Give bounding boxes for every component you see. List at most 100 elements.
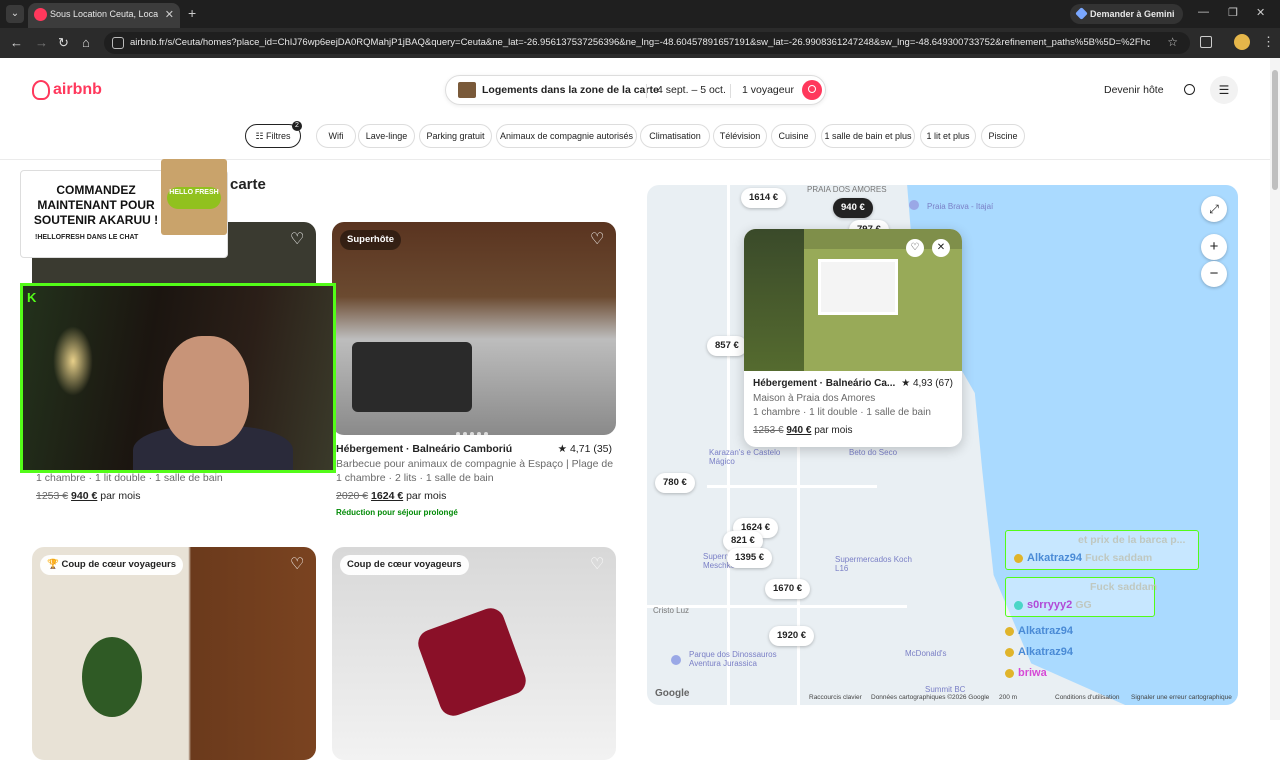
price-pin-selected[interactable]: 940 € bbox=[833, 198, 873, 218]
chip-parking[interactable]: Parking gratuit bbox=[419, 124, 492, 148]
browser-tab[interactable]: Sous Location Ceuta, Location Sa ✕ bbox=[28, 3, 180, 28]
chip-animaux[interactable]: Animaux de compagnie autorisés bbox=[496, 124, 637, 148]
listing-photo[interactable]: Superhôte ♡ bbox=[332, 222, 616, 435]
fullscreen-icon[interactable]: ⤢ bbox=[1201, 196, 1227, 222]
user-menu-button[interactable]: ☰ bbox=[1210, 76, 1238, 104]
zoom-out-button[interactable]: − bbox=[1201, 261, 1227, 287]
site-info-icon[interactable] bbox=[112, 37, 124, 49]
home-icon[interactable]: ⌂ bbox=[82, 35, 90, 50]
logo-text: airbnb bbox=[53, 81, 102, 99]
url-field[interactable]: airbnb.fr/s/Ceuta/homes?place_id=ChIJ76w… bbox=[104, 32, 1190, 54]
restore-icon[interactable]: ❐ bbox=[1228, 6, 1238, 19]
keyboard-shortcuts-link[interactable]: Raccourcis clavier bbox=[809, 694, 862, 701]
browser-menu-icon[interactable]: ⋮ bbox=[1262, 34, 1275, 50]
tab-search-button[interactable]: ⌄ bbox=[6, 5, 24, 23]
chip-lit[interactable]: 1 lit et plus bbox=[920, 124, 976, 148]
map-label: Karazan's e Castelo Mágico bbox=[709, 448, 781, 466]
forward-icon[interactable]: → bbox=[35, 35, 48, 50]
search-dates[interactable]: 4 sept. – 5 oct. bbox=[657, 84, 726, 96]
heart-icon[interactable]: ♡ bbox=[590, 557, 606, 573]
heart-icon[interactable]: ♡ bbox=[906, 239, 924, 257]
price-pin[interactable]: 857 € bbox=[707, 336, 747, 356]
search-divider bbox=[646, 84, 647, 98]
popup-photo[interactable] bbox=[744, 229, 962, 371]
zoom-in-button[interactable]: + bbox=[1201, 234, 1227, 260]
profile-avatar[interactable] bbox=[1234, 34, 1250, 50]
reload-icon[interactable]: ↻ bbox=[58, 35, 69, 51]
chip-piscine[interactable]: Piscine bbox=[981, 124, 1025, 148]
chip-television[interactable]: Télévision bbox=[713, 124, 767, 148]
price-pin[interactable]: 1395 € bbox=[727, 548, 773, 568]
carousel-dots bbox=[456, 423, 492, 435]
price-pin[interactable]: 1670 € bbox=[765, 579, 811, 599]
chat-reply-box: Fuck saddam s0rryyy2 GG bbox=[1005, 577, 1158, 617]
current-price: 940 € bbox=[71, 490, 98, 502]
airbnb-logo-icon bbox=[32, 80, 50, 100]
chat-username: s0rryyy2 bbox=[1027, 599, 1073, 611]
url-text: airbnb.fr/s/Ceuta/homes?place_id=ChIJ76w… bbox=[130, 37, 1150, 48]
map-listing-popup[interactable]: ♡ ✕ Hébergement · Balneário Ca... ★ 4,93… bbox=[744, 229, 962, 447]
new-tab-button[interactable]: + bbox=[188, 5, 196, 21]
price-period: par mois bbox=[406, 490, 447, 502]
chip-salle-de-bain[interactable]: 1 salle de bain et plus bbox=[821, 124, 915, 148]
listing-card[interactable]: Coup de cœur voyageurs ♡ bbox=[332, 547, 616, 760]
globe-icon[interactable] bbox=[1184, 84, 1195, 95]
airbnb-header: airbnb Logements dans la zone de la cart… bbox=[0, 58, 1270, 160]
map-label: Supermercados Koch L16 bbox=[835, 555, 912, 573]
heart-icon[interactable]: ♡ bbox=[290, 557, 306, 573]
search-bar[interactable]: Logements dans la zone de la carte 4 sep… bbox=[445, 75, 826, 105]
price-pin[interactable]: 1614 € bbox=[741, 188, 787, 208]
chip-lave-linge[interactable]: Lave-linge bbox=[358, 124, 415, 148]
price-pin[interactable]: 780 € bbox=[655, 473, 695, 493]
heart-icon[interactable]: ♡ bbox=[590, 232, 606, 248]
search-guests[interactable]: 1 voyageur bbox=[742, 84, 794, 96]
promo-hashtag: !HELLOFRESH DANS LE CHAT bbox=[35, 234, 139, 241]
chat-reply-text: Fuck saddam bbox=[1090, 581, 1158, 593]
extensions-icon[interactable] bbox=[1200, 36, 1212, 48]
chat-message: Alkatraz94 bbox=[1005, 646, 1073, 658]
listing-photo[interactable]: 🏆 Coup de cœur voyageurs ♡ bbox=[32, 547, 316, 760]
filters-button[interactable]: ☷ Filtres 2 bbox=[245, 121, 302, 148]
stream-chat-overlay: et prix de la barca p... Alkatraz94 Fuck… bbox=[1005, 530, 1205, 680]
promo-line: MAINTENANT POUR bbox=[37, 198, 155, 212]
popup-price: 1253 € 940 € par mois bbox=[753, 425, 853, 436]
map-label: Praia Brava - Itajaí bbox=[927, 202, 994, 211]
airbnb-logo[interactable]: airbnb bbox=[32, 80, 102, 100]
gemini-button[interactable]: Demander à Gemini bbox=[1070, 4, 1183, 24]
listing-price: 2020 € 1624 € par mois bbox=[336, 490, 446, 502]
listing-card[interactable]: Superhôte ♡ Hébergement · Balneário Camb… bbox=[332, 222, 616, 522]
chat-message: s0rryyy2 GG bbox=[1014, 599, 1092, 611]
listing-card[interactable]: 🏆 Coup de cœur voyageurs ♡ bbox=[32, 547, 316, 760]
scrollbar-thumb[interactable] bbox=[1272, 70, 1278, 190]
tab-close-icon[interactable]: ✕ bbox=[165, 8, 174, 21]
poi-icon bbox=[671, 655, 681, 665]
listing-details: 1 chambre · 2 lits · 1 salle de bain bbox=[336, 472, 494, 484]
listing-photo[interactable]: Coup de cœur voyageurs ♡ bbox=[332, 547, 616, 760]
user-badge-icon bbox=[1005, 626, 1014, 636]
old-price: 1253 € bbox=[36, 490, 69, 502]
search-button[interactable] bbox=[802, 80, 822, 100]
popup-rating: ★ 4,93 (67) bbox=[901, 378, 953, 389]
webcam-overlay: K bbox=[20, 283, 336, 473]
heart-icon[interactable]: ♡ bbox=[290, 232, 306, 248]
close-icon[interactable]: ✕ bbox=[932, 239, 950, 257]
terms-link[interactable]: Conditions d'utilisation bbox=[1055, 694, 1119, 701]
chat-username: Alkatraz94 bbox=[1018, 625, 1074, 637]
report-error-link[interactable]: Signaler une erreur cartographique bbox=[1131, 694, 1232, 701]
trophy-icon: 🏆 bbox=[47, 559, 62, 570]
page-scrollbar[interactable] bbox=[1270, 58, 1280, 720]
chip-wifi[interactable]: Wifi bbox=[316, 124, 356, 148]
promo-line: COMMANDEZ bbox=[56, 183, 136, 197]
chip-cuisine[interactable]: Cuisine bbox=[771, 124, 816, 148]
back-icon[interactable]: ← bbox=[10, 35, 23, 50]
gemini-icon bbox=[1075, 7, 1088, 20]
minimize-icon[interactable]: — bbox=[1198, 6, 1209, 18]
bookmark-star-icon[interactable]: ☆ bbox=[1167, 35, 1178, 49]
chat-message: Alkatraz94 Fuck saddam bbox=[1014, 552, 1152, 564]
become-host-link[interactable]: Devenir hôte bbox=[1104, 84, 1164, 96]
window-close-icon[interactable]: ✕ bbox=[1256, 6, 1265, 19]
search-location[interactable]: Logements dans la zone de la carte bbox=[482, 84, 659, 96]
sliders-icon: ☷ bbox=[255, 131, 267, 141]
price-pin[interactable]: 1920 € bbox=[769, 626, 815, 646]
chip-climatisation[interactable]: Climatisation bbox=[640, 124, 710, 148]
